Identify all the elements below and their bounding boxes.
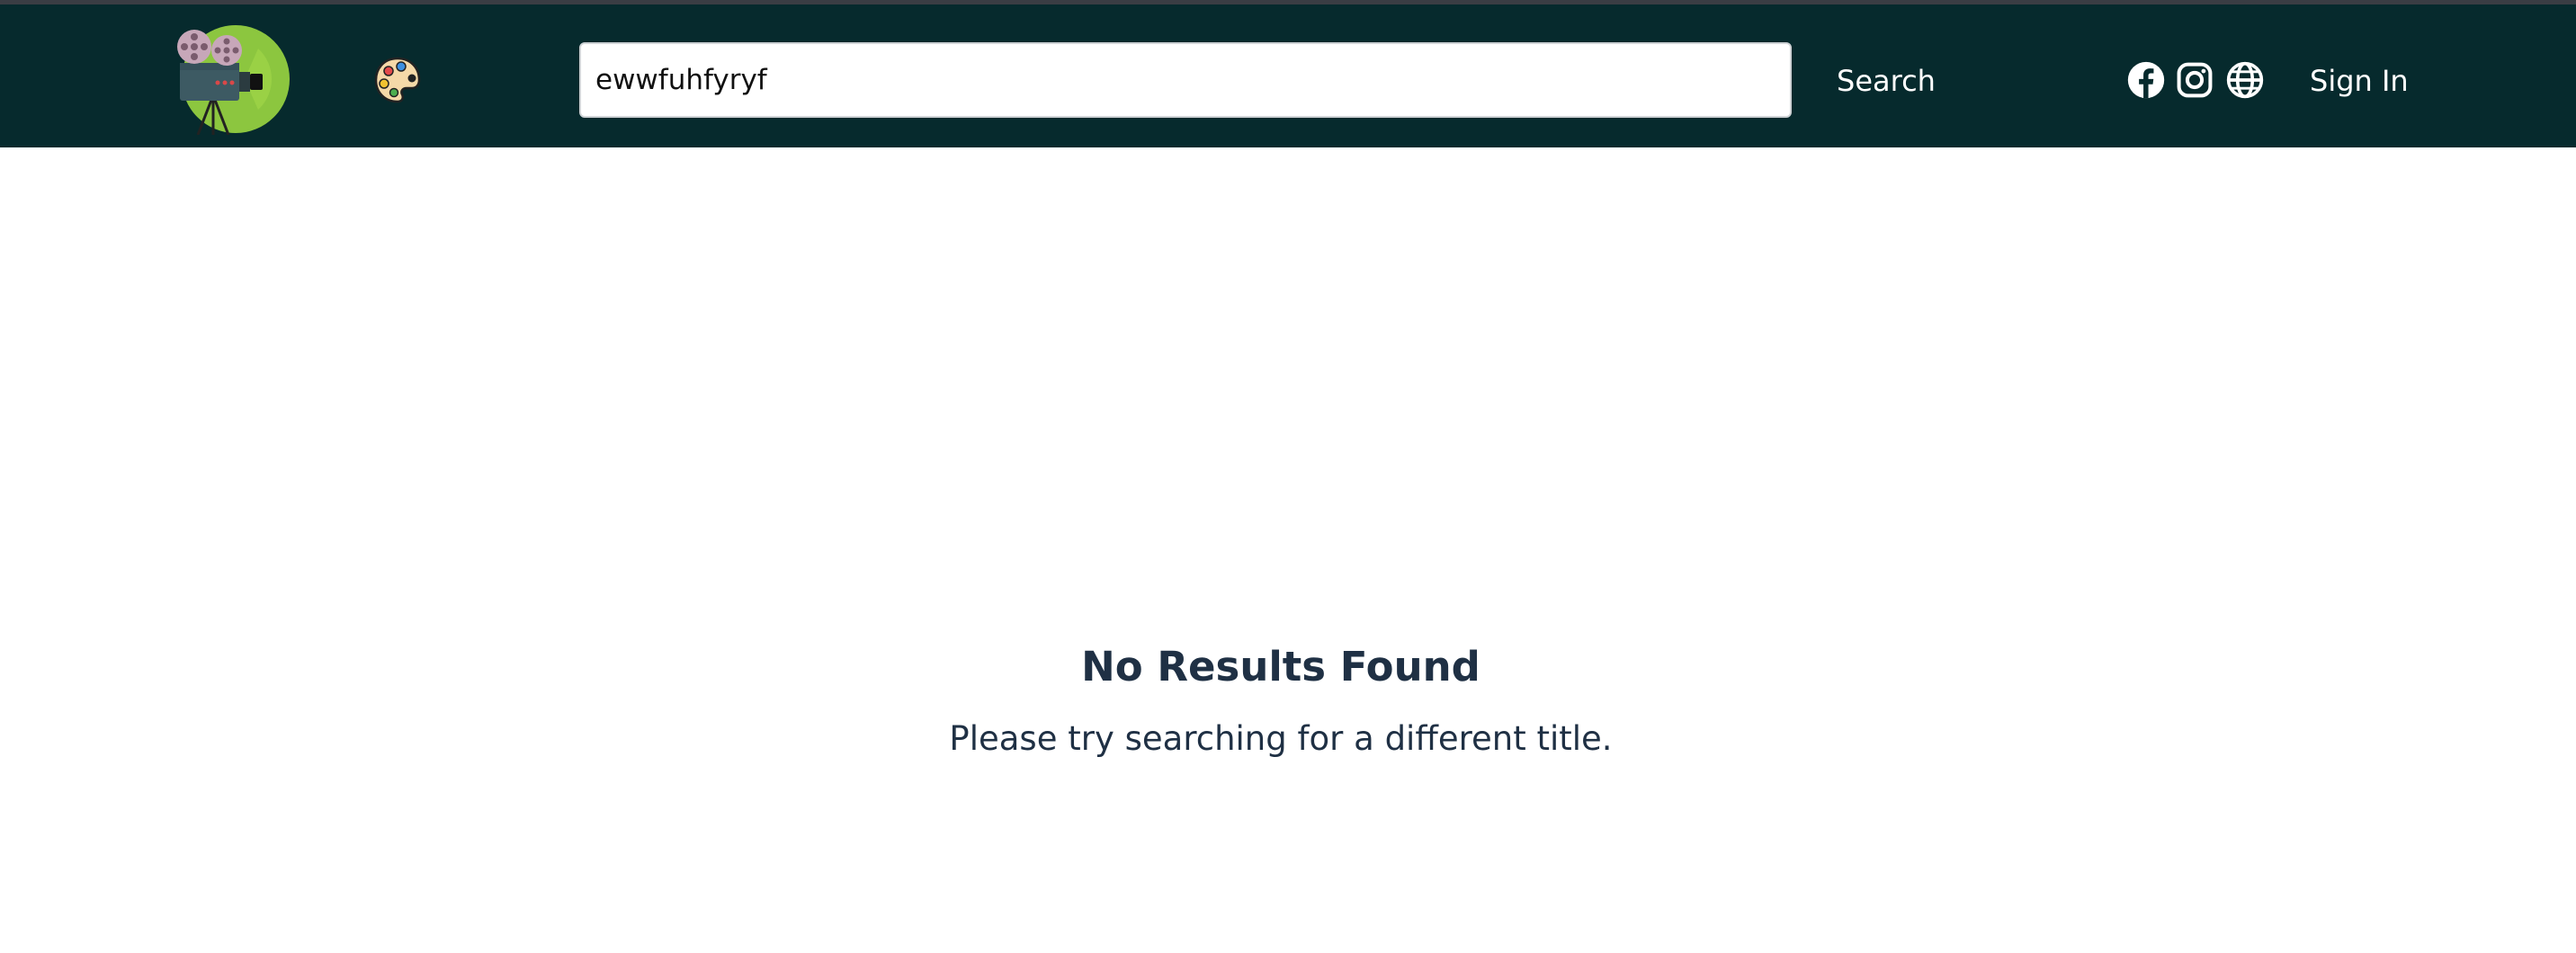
navbar: Search Sign In (0, 4, 2576, 147)
no-results-title: No Results Found (1081, 643, 1480, 690)
palette-icon[interactable] (372, 55, 423, 105)
sign-in-button[interactable]: Sign In (2292, 49, 2427, 112)
film-projector-logo-icon[interactable] (173, 23, 290, 136)
empty-state: No Results Found Please try searching fo… (0, 629, 2562, 764)
facebook-icon[interactable] (2126, 60, 2166, 100)
instagram-icon[interactable] (2175, 60, 2214, 100)
globe-icon[interactable] (2225, 60, 2265, 100)
search-input[interactable] (579, 42, 1792, 118)
search-button[interactable]: Search (1817, 49, 1955, 112)
no-results-message: Please try searching for a different tit… (949, 719, 1613, 758)
